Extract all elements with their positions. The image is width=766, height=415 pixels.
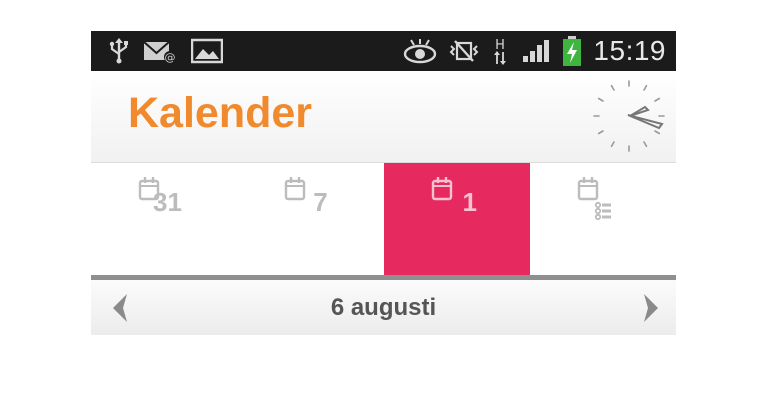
- tab-month-label: 31: [153, 187, 182, 217]
- current-date: 6 augusti: [330, 294, 437, 321]
- tab-week-label: 7: [313, 187, 328, 217]
- calendar-day-icon: [431, 177, 452, 201]
- battery-charging-icon: [563, 36, 582, 66]
- tab-day[interactable]: 1: [383, 163, 530, 277]
- chevron-right-icon: [644, 294, 658, 322]
- image-icon: [191, 38, 223, 64]
- svg-text:H: H: [496, 38, 506, 53]
- status-time: 15:19: [593, 35, 666, 66]
- tab-day-label: 1: [462, 187, 477, 217]
- status-bar: @ H 15:19: [91, 31, 676, 71]
- network-h-icon: H: [491, 37, 509, 65]
- usb-icon: [109, 38, 129, 64]
- tab-list[interactable]: [530, 163, 676, 277]
- vibrate-icon: [449, 38, 479, 64]
- calendar-list-icon: [577, 177, 611, 221]
- tab-week[interactable]: 7: [237, 163, 383, 277]
- phone-screen: @ H 15:19 Kalender 31 7 1 6 augusti: [91, 31, 676, 335]
- clock-icon: [593, 80, 665, 152]
- view-tabs: 31 7 1: [91, 163, 676, 277]
- status-bar-system: H 15:19: [403, 35, 666, 67]
- svg-text:@: @: [165, 51, 176, 64]
- app-header: Kalender: [91, 71, 676, 163]
- eye-icon: [403, 38, 437, 64]
- next-day-button[interactable]: [636, 290, 666, 326]
- tab-month[interactable]: 31: [91, 163, 237, 277]
- app-title: Kalender: [128, 89, 313, 137]
- signal-icon: [521, 38, 551, 64]
- status-bar-notifications: @: [109, 37, 223, 65]
- calendar-week-icon: [285, 177, 306, 201]
- date-navigation: 6 augusti: [91, 280, 676, 335]
- email-notification-icon: @: [143, 38, 177, 64]
